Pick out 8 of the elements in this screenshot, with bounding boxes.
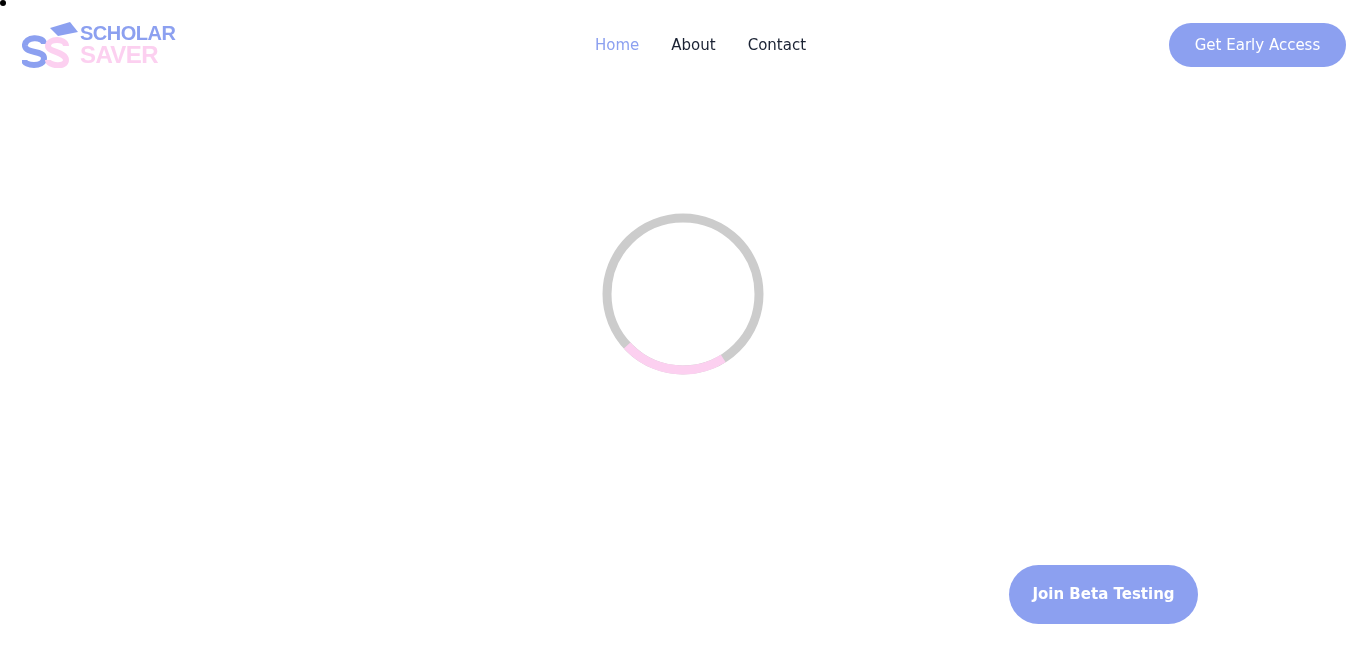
nav-link[interactable]: About: [671, 33, 716, 57]
logo-mark-icon: [22, 22, 78, 68]
join-beta-button[interactable]: Join Beta Testing: [1009, 565, 1198, 624]
nav-link[interactable]: Home: [595, 33, 640, 57]
get-early-access-button[interactable]: Get Early Access: [1169, 23, 1346, 67]
nav-link[interactable]: Contact: [747, 33, 806, 57]
bullet-icon: [0, 0, 6, 6]
logo-text: SCHOLAR: [80, 23, 176, 43]
